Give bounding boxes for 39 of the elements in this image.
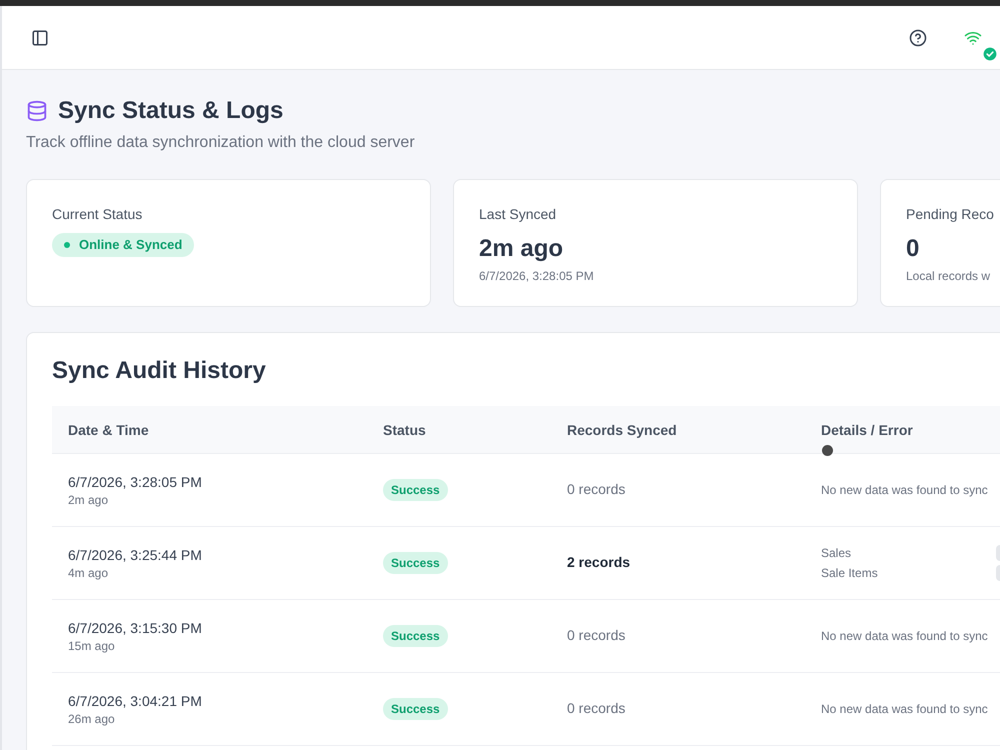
relative-time-text: 4m ago bbox=[68, 565, 110, 581]
date-time-text: 6/7/2026, 3:25:44 PM bbox=[68, 546, 203, 565]
column-header: Status bbox=[383, 420, 426, 440]
relative-time-text: 15m ago bbox=[68, 638, 116, 654]
column-header: Date & Time bbox=[68, 420, 149, 440]
records-count: 2 records bbox=[567, 554, 630, 570]
status-badge: Success bbox=[383, 698, 448, 720]
metric-note: 6/7/2026, 3:28:05 PM bbox=[479, 268, 594, 284]
date-time-text: 6/7/2026, 3:04:21 PM bbox=[68, 692, 203, 711]
details-text: No new data was found to sync bbox=[821, 483, 988, 497]
status-badge: Success bbox=[383, 552, 448, 574]
stat-label: Last Synced bbox=[479, 205, 556, 224]
table-name: Sales bbox=[821, 545, 852, 561]
table-name: Sale Items bbox=[821, 565, 878, 581]
page-subtitle: Track offline data synchronization with the cloud server bbox=[26, 133, 416, 153]
records-count: 0 records bbox=[567, 627, 626, 643]
database-icon bbox=[26, 100, 48, 122]
date-time-text: 6/7/2026, 3:28:05 PM bbox=[68, 473, 203, 492]
status-badge: Online & Synced bbox=[52, 233, 194, 257]
stat-label: Pending Reco bbox=[906, 205, 994, 224]
metric-value: 0 bbox=[906, 234, 920, 264]
column-header: Records Synced bbox=[567, 420, 677, 440]
metric-note: Local records w bbox=[906, 268, 990, 284]
date-time-text: 6/7/2026, 3:15:30 PM bbox=[68, 619, 203, 638]
relative-time-text: 26m ago bbox=[68, 711, 116, 727]
help-icon[interactable] bbox=[909, 28, 927, 46]
metric-value: 2m ago bbox=[479, 234, 564, 264]
section-title: Sync Audit History bbox=[52, 356, 267, 386]
relative-time-text: 2m ago bbox=[68, 492, 110, 508]
status-badge: Success bbox=[383, 625, 448, 647]
records-count: 0 records bbox=[567, 481, 626, 497]
page-title: Sync Status & Logs bbox=[58, 96, 284, 126]
records-count: 0 records bbox=[567, 700, 626, 716]
column-header: Details / Error bbox=[821, 420, 913, 440]
sidebar-toggle-icon[interactable] bbox=[31, 28, 49, 46]
stat-label: Current Status bbox=[52, 205, 142, 224]
details-text: No new data was found to sync bbox=[821, 702, 988, 716]
status-badge: Success bbox=[383, 479, 448, 501]
details-text: No new data was found to sync bbox=[821, 629, 988, 643]
